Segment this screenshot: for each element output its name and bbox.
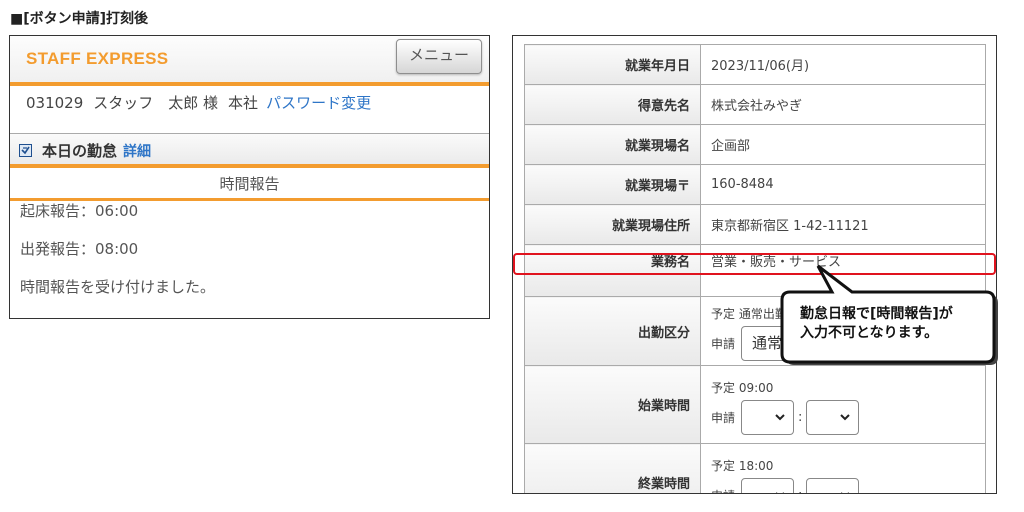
work-date-label: 就業年月日 — [524, 44, 701, 85]
site-postal-value: 160-8484 — [700, 164, 986, 205]
end-minute-select[interactable] — [806, 477, 860, 493]
office-name: 本社 — [228, 94, 259, 112]
chevron-down-icon — [775, 413, 785, 420]
apply-label: 申請 — [711, 337, 736, 351]
apply-label: 申請 — [711, 487, 735, 494]
start-minute-select[interactable] — [806, 399, 860, 435]
callout-line-2: 入力不可となります。 — [800, 325, 939, 341]
callout-text: 勤怠日報で[時間報告]が 入力不可となります。 — [800, 305, 990, 343]
mobile-screen: STAFF EXPRESS メニュー 031029 スタッフ 太郎 様本社 パスワー… — [9, 35, 490, 319]
check-icon — [19, 144, 32, 157]
app-header: STAFF EXPRESS メニュー — [10, 36, 489, 86]
brand-logo: STAFF EXPRESS — [26, 49, 169, 68]
time-colon: : — [798, 488, 802, 494]
menu-button[interactable]: メニュー — [396, 39, 482, 74]
report-header: 時間報告 — [10, 168, 489, 201]
wakeup-report: 起床報告：06:00 — [20, 202, 139, 220]
work-date-value: 2023/11/06(月) — [700, 44, 986, 85]
chevron-down-icon — [840, 491, 850, 493]
start-time-label: 始業時間 — [524, 365, 701, 444]
site-address-value: 東京都新宿区 1-42-11121 — [700, 204, 986, 245]
site-postal-label: 就業現場〒 — [524, 164, 701, 205]
user-name: スタッフ 太郎 様 — [93, 94, 219, 112]
table-row: 就業年月日 2023/11/06(月) — [524, 44, 986, 85]
attendance-title-text: 本日の勤怠 — [42, 142, 118, 160]
attendance-detail-link[interactable]: 詳細 — [123, 144, 151, 160]
start-time-plan: 予定 09:00 — [711, 380, 774, 395]
chevron-down-icon — [775, 491, 785, 493]
site-address-label: 就業現場住所 — [524, 204, 701, 245]
attendance-bar[interactable]: 本日の勤怠 詳細 — [10, 134, 489, 168]
attendance-title: 本日の勤怠 詳細 — [42, 140, 151, 161]
apply-label: 申請 — [711, 410, 736, 425]
site-name-value: 企画部 — [700, 124, 986, 165]
user-code: 031029 — [26, 94, 84, 112]
callout-line-1: 勤怠日報で[時間報告]が — [800, 306, 953, 322]
attendance-type-label: 出勤区分 — [524, 296, 701, 366]
end-time-plan: 予定 18:00 — [711, 458, 774, 473]
client-name-value: 株式会社みやぎ — [700, 84, 986, 125]
table-row: 終業時間 予定 18:00 申請 : — [524, 443, 986, 494]
end-hour-select[interactable] — [741, 477, 795, 493]
table-row: 就業現場〒 160-8484 — [524, 164, 986, 205]
report-accepted-message: 時間報告を受け付けました。 — [20, 278, 216, 296]
end-time-label: 終業時間 — [524, 443, 701, 493]
section-title: ■[ボタン申請]打刻後 — [10, 11, 149, 27]
time-colon: : — [798, 409, 803, 425]
table-row: 得意先名 株式会社みやぎ — [524, 84, 986, 125]
departure-report: 出発報告：08:00 — [20, 240, 139, 258]
client-name-label: 得意先名 — [524, 84, 701, 125]
table-row: 就業現場住所 東京都新宿区 1-42-11121 — [524, 204, 986, 245]
start-hour-select[interactable] — [741, 399, 795, 435]
table-row: 始業時間 予定 09:00 申請 : — [524, 365, 986, 444]
password-change-link[interactable]: パスワード変更 — [266, 94, 371, 112]
user-info: 031029 スタッフ 太郎 様本社 パスワード変更 — [10, 86, 489, 134]
chevron-down-icon — [840, 413, 851, 420]
table-row: 就業現場名 企画部 — [524, 124, 986, 165]
site-name-label: 就業現場名 — [524, 124, 701, 165]
